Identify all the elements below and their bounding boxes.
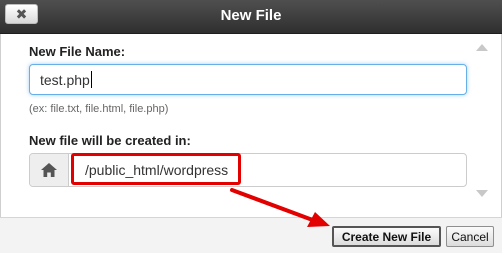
scrollbar[interactable] — [472, 40, 491, 210]
text-caret — [90, 71, 92, 88]
create-new-file-button[interactable]: Create New File — [332, 226, 441, 247]
cancel-button[interactable]: Cancel — [446, 226, 494, 247]
title-bar: ✖ New File — [0, 0, 502, 34]
scroll-up-icon[interactable] — [476, 44, 488, 51]
directory-value: /public_html/wordpress — [85, 162, 229, 178]
file-name-value: test.php — [40, 71, 90, 88]
file-name-hint: (ex: file.txt, file.html, file.php) — [29, 103, 169, 115]
home-icon — [41, 163, 57, 177]
file-name-label: New File Name: — [29, 44, 126, 59]
file-name-input[interactable]: test.php — [29, 64, 467, 95]
directory-input[interactable]: /public_html/wordpress — [75, 154, 458, 186]
directory-label: New file will be created in: — [29, 133, 191, 148]
dialog-title: New File — [220, 7, 282, 24]
home-button[interactable] — [30, 154, 69, 186]
scroll-down-icon[interactable] — [476, 190, 488, 197]
directory-input-group: /public_html/wordpress — [29, 153, 467, 187]
dialog-footer: Create New File Cancel — [0, 217, 502, 253]
new-file-dialog: ✖ New File New File Name: test.php (ex: … — [0, 0, 502, 253]
dialog-body: New File Name: test.php (ex: file.txt, f… — [0, 34, 502, 217]
